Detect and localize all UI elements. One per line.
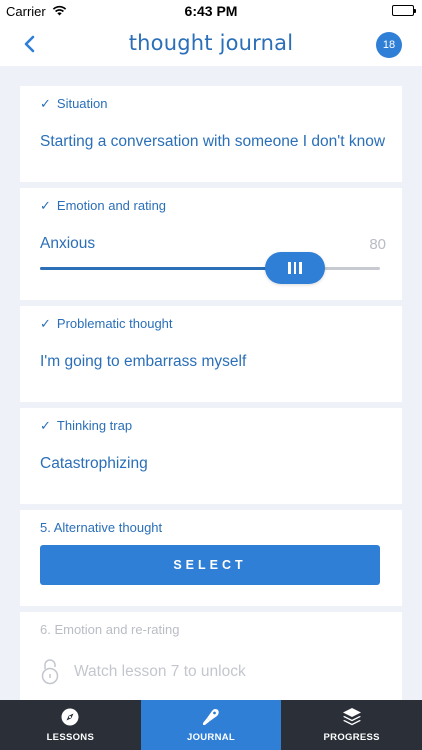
problematic-thought-card[interactable]: ✓ Problematic thought I'm going to embarr… — [20, 306, 402, 402]
problematic-header: ✓ Problematic thought — [40, 316, 173, 332]
page-title: thought journal — [128, 31, 294, 55]
situation-card[interactable]: ✓ Situation Starting a conversation with … — [20, 86, 402, 182]
trap-header-label: Thinking trap — [56, 418, 133, 433]
check-icon: ✓ — [40, 198, 51, 213]
rating-max-label: 80 — [369, 236, 386, 253]
problematic-value: I'm going to embarrass myself — [40, 353, 247, 370]
tab-progress-label: PROGRESS — [323, 731, 380, 743]
alternative-thought-card: 5. Alternative thought SELECT — [20, 510, 402, 606]
tab-progress[interactable]: PROGRESS — [281, 700, 422, 750]
emotion-card[interactable]: ✓ Emotion and rating Anxious 80 — [20, 188, 402, 300]
situation-header: ✓ Situation — [40, 96, 108, 112]
grip-icon — [288, 262, 302, 274]
check-icon: ✓ — [40, 96, 51, 111]
layers-icon — [342, 707, 362, 726]
situation-value: Starting a conversation with someone I d… — [40, 133, 386, 150]
rating-slider-track[interactable] — [40, 267, 380, 270]
rating-slider-thumb[interactable] — [265, 252, 325, 284]
status-right — [392, 4, 416, 19]
problematic-header-label: Problematic thought — [56, 316, 173, 331]
check-icon: ✓ — [40, 316, 51, 331]
trap-value: Catastrophizing — [40, 455, 148, 472]
select-button[interactable]: SELECT — [40, 545, 380, 585]
emotion-value: Anxious — [40, 235, 96, 252]
tab-bar: LESSONS JOURNAL PROGRESS — [0, 700, 422, 750]
lock-icon — [40, 657, 60, 690]
status-time: 6:43 PM — [184, 3, 238, 19]
tab-lessons[interactable]: LESSONS — [0, 700, 141, 750]
check-icon: ✓ — [40, 418, 51, 433]
situation-header-label: Situation — [56, 96, 108, 111]
journal-content: ✓ Situation Starting a conversation with … — [0, 66, 422, 700]
pen-icon — [201, 708, 221, 726]
emotion-header: ✓ Emotion and rating — [40, 198, 166, 214]
compass-icon — [61, 708, 79, 726]
tab-lessons-label: LESSONS — [46, 731, 95, 743]
nav-bar: thought journal 18 — [0, 22, 422, 66]
trap-header: ✓ Thinking trap — [40, 418, 132, 434]
thinking-trap-card[interactable]: ✓ Thinking trap Catastrophizing — [20, 408, 402, 504]
rerating-card: 6. Emotion and re-rating Watch lesson 7 … — [20, 612, 402, 700]
locked-message: Watch lesson 7 to unlock — [74, 663, 246, 680]
tab-journal[interactable]: JOURNAL — [140, 700, 282, 750]
rating-slider-fill — [40, 267, 295, 270]
battery-icon — [392, 5, 416, 16]
alternative-header: 5. Alternative thought — [40, 520, 163, 535]
status-bar: Carrier 6:43 PM — [0, 0, 422, 22]
tab-journal-label: JOURNAL — [186, 731, 236, 743]
count-badge[interactable]: 18 — [376, 32, 402, 58]
rerating-header: 6. Emotion and re-rating — [40, 622, 180, 637]
emotion-header-label: Emotion and rating — [56, 198, 167, 213]
